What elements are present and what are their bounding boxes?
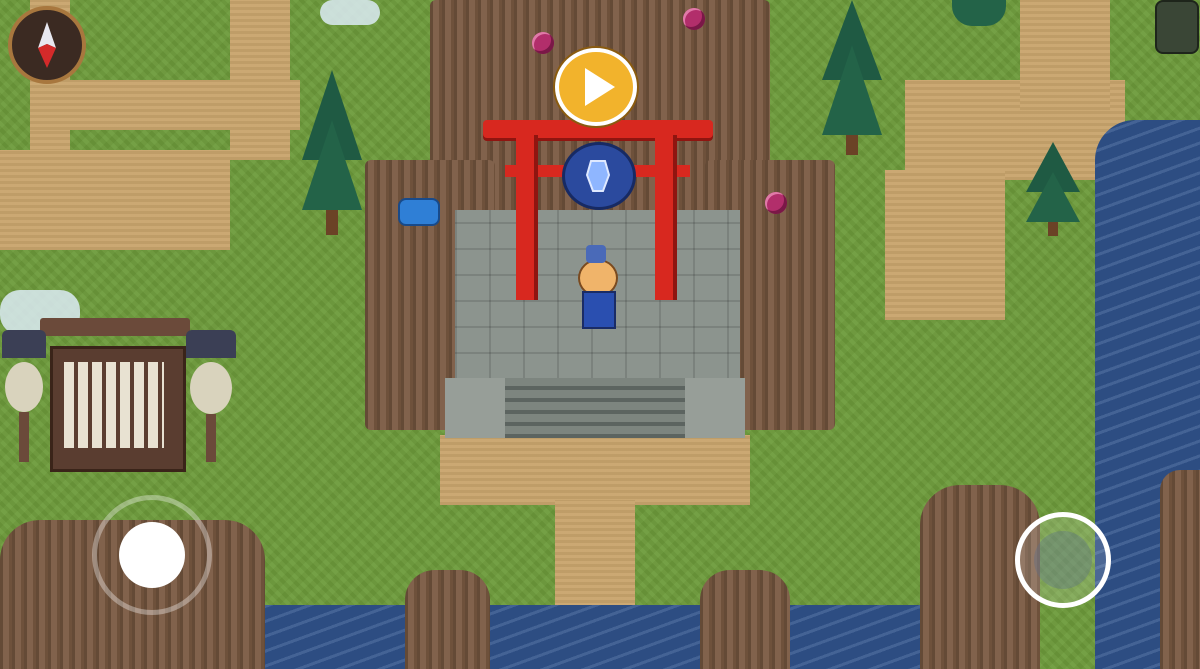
- npc-character[interactable]: [1155, 0, 1199, 54]
- torii-pillar: [655, 135, 677, 300]
- dirt-path: [0, 150, 230, 250]
- dirt-path: [440, 435, 750, 505]
- action-button[interactable]: [1015, 512, 1111, 608]
- game-viewport[interactable]: [0, 0, 1200, 669]
- stone-stairs: [505, 378, 685, 438]
- torii-pillar: [516, 135, 538, 300]
- action-button-icon: [1034, 531, 1092, 589]
- dirt-path: [885, 170, 1005, 320]
- pine-tree: [1026, 142, 1080, 247]
- notice-board[interactable]: [40, 318, 190, 472]
- compass-button[interactable]: [8, 6, 86, 84]
- play-button[interactable]: [555, 48, 637, 126]
- pine-tree: [822, 0, 882, 165]
- river: [265, 605, 925, 669]
- cliff-rock: [700, 570, 790, 669]
- pine-tree: [302, 70, 362, 270]
- stone-lantern: [2, 330, 46, 470]
- compass-icon: [38, 22, 56, 68]
- gem-icon[interactable]: [532, 32, 554, 54]
- stone-lantern: [186, 330, 236, 470]
- mist-cloud: [320, 0, 380, 25]
- play-icon: [585, 68, 615, 106]
- blue-gem-icon[interactable]: [398, 198, 440, 226]
- gem-icon[interactable]: [765, 192, 787, 214]
- player-character-fox: [572, 245, 622, 335]
- gem-icon[interactable]: [683, 8, 705, 30]
- cliff-rock: [1160, 470, 1200, 669]
- dirt-path: [1020, 0, 1110, 110]
- dirt-path: [230, 0, 290, 160]
- pine-tree: [952, 0, 1006, 34]
- cliff-rock: [405, 570, 490, 669]
- joystick-icon[interactable]: [119, 522, 185, 588]
- crystal-emblem-icon: [562, 142, 636, 210]
- virtual-joystick[interactable]: [92, 495, 212, 615]
